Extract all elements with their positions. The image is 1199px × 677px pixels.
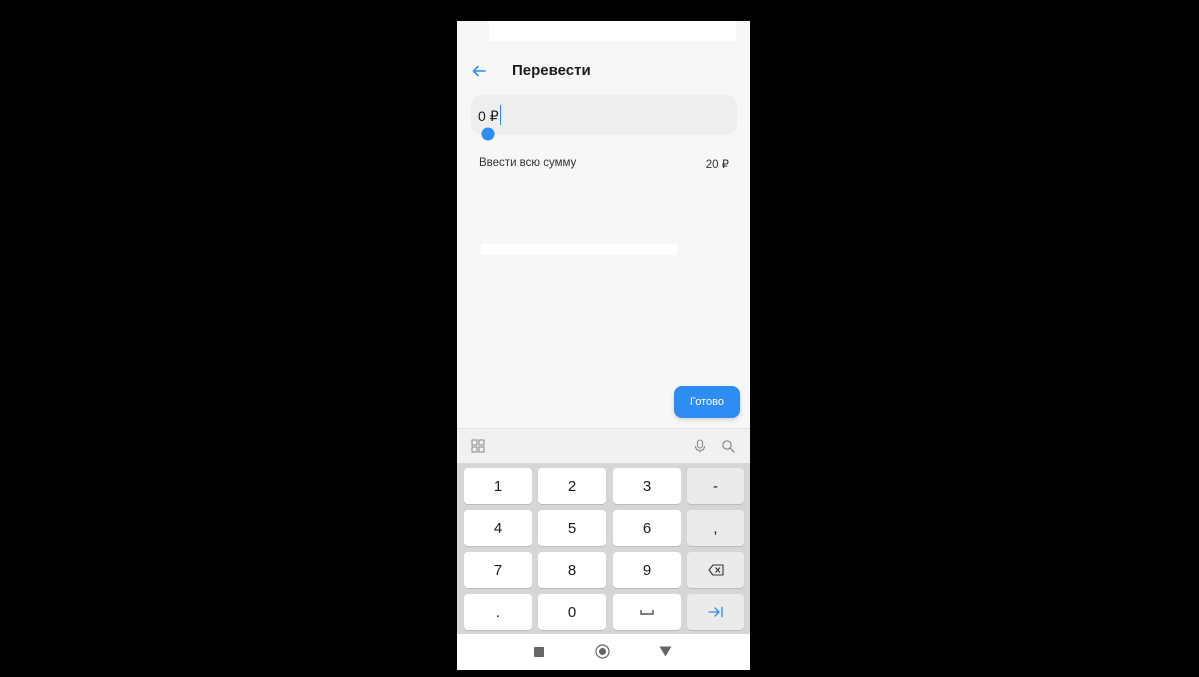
key-6[interactable]: 6	[613, 510, 681, 546]
microphone-icon[interactable]	[693, 439, 707, 453]
amount-value-text: 0 ₽	[478, 108, 499, 125]
recent-apps-button[interactable]	[534, 647, 544, 657]
caret-handle[interactable]	[481, 127, 495, 141]
amount-value: 0	[478, 108, 486, 124]
key-9[interactable]: 9	[613, 552, 681, 588]
enter-full-sum-link[interactable]: Ввести всю сумму	[479, 157, 576, 169]
keyboard-toolbar	[457, 428, 750, 463]
back-triangle-icon[interactable]	[659, 646, 672, 657]
space-icon	[640, 610, 654, 615]
key-4[interactable]: 4	[464, 510, 532, 546]
top-bar: Перевести	[457, 51, 750, 91]
page-title: Перевести	[512, 62, 591, 79]
home-button[interactable]	[595, 644, 610, 659]
tab-arrow-icon	[707, 606, 723, 618]
status-bar	[489, 21, 736, 41]
text-caret	[500, 105, 501, 125]
key-8[interactable]: 8	[538, 552, 606, 588]
key-3[interactable]: 3	[613, 468, 681, 504]
grid-icon[interactable]	[471, 439, 485, 453]
key-5[interactable]: 5	[538, 510, 606, 546]
search-icon[interactable]	[721, 439, 735, 453]
arrow-left-icon	[472, 65, 486, 77]
tab-key[interactable]	[687, 594, 744, 630]
key-dot[interactable]: .	[464, 594, 532, 630]
redacted-area	[481, 244, 677, 255]
backspace-icon	[707, 564, 724, 576]
space-key[interactable]	[613, 594, 681, 630]
back-button[interactable]	[465, 57, 493, 85]
balance-amount: 20 ₽	[705, 159, 729, 171]
key-0[interactable]: 0	[538, 594, 606, 630]
amount-currency: ₽	[489, 108, 499, 124]
key-minus[interactable]: -	[687, 468, 744, 504]
amount-input[interactable]: 0 ₽	[471, 95, 737, 135]
key-comma[interactable]: ,	[687, 510, 744, 546]
key-7[interactable]: 7	[464, 552, 532, 588]
phone-screen: Перевести 0 ₽ Ввести всю сумму 20 ₽ Гото…	[457, 21, 750, 670]
key-1[interactable]: 1	[464, 468, 532, 504]
numeric-keyboard: 1 2 3 - 4 5 6 , 7 8 9 . 0	[457, 463, 750, 634]
key-2[interactable]: 2	[538, 468, 606, 504]
system-navigation-bar	[457, 634, 750, 670]
done-button[interactable]: Готово	[674, 386, 740, 418]
backspace-key[interactable]	[687, 552, 744, 588]
